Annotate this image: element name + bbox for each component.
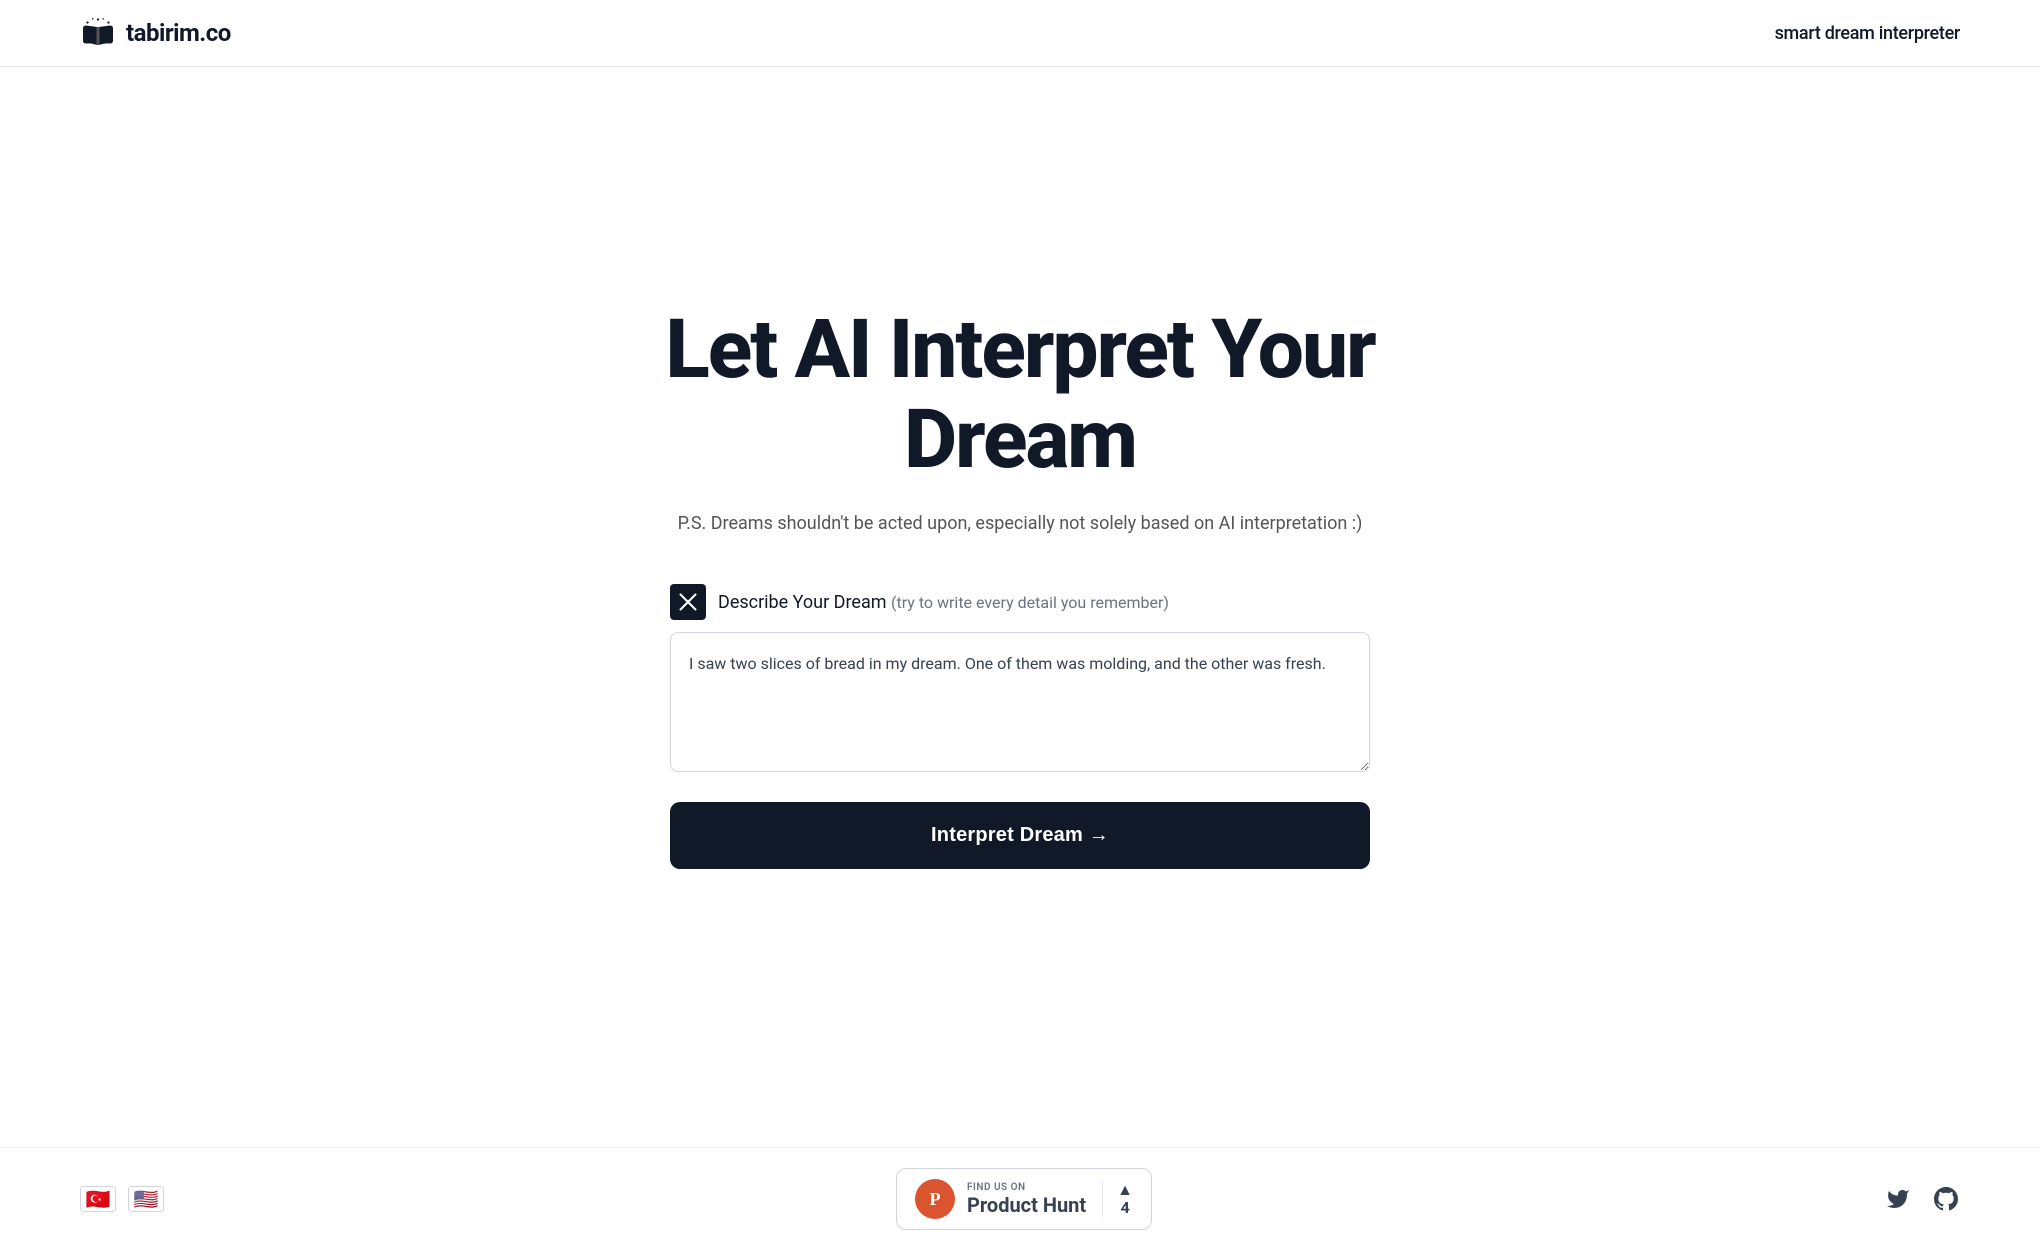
dream-textarea[interactable]	[670, 632, 1370, 772]
footer-social	[1884, 1185, 1960, 1213]
product-hunt-badge[interactable]: P FIND US ON Product Hunt ▲ 4	[896, 1168, 1152, 1230]
flag-english[interactable]: 🇺🇸	[128, 1186, 164, 1212]
dream-label: Describe Your Dream (try to write every …	[718, 592, 1169, 613]
header: tabirim.co smart dream interpreter	[0, 0, 2040, 67]
product-hunt-name: Product Hunt	[967, 1193, 1086, 1217]
product-hunt-logo: P	[915, 1179, 955, 1219]
logo-text: tabirim.co	[126, 19, 231, 47]
vote-count: 4	[1120, 1198, 1129, 1217]
hero-subtitle: P.S. Dreams shouldn't be acted upon, esp…	[678, 513, 1363, 534]
moon-arrow-icon	[678, 592, 698, 612]
footer-flags: 🇹🇷 🇺🇸	[80, 1186, 164, 1212]
hero-title: Let AI Interpret Your Dream	[570, 305, 1470, 485]
github-icon	[1934, 1187, 1958, 1211]
dream-icon	[670, 584, 706, 620]
book-icon	[80, 18, 116, 48]
interpret-button[interactable]: Interpret Dream →	[670, 802, 1370, 869]
github-link[interactable]	[1932, 1185, 1960, 1213]
product-hunt-text: FIND US ON Product Hunt	[967, 1182, 1086, 1217]
logo-area: tabirim.co	[80, 18, 231, 48]
product-hunt-vote: ▲ 4	[1102, 1182, 1133, 1217]
label-row: Describe Your Dream (try to write every …	[670, 584, 1370, 620]
twitter-icon	[1886, 1187, 1910, 1211]
dream-form: Describe Your Dream (try to write every …	[670, 584, 1370, 869]
tagline: smart dream interpreter	[1775, 23, 1960, 44]
main-content: Let AI Interpret Your Dream P.S. Dreams …	[0, 67, 2040, 1147]
upvote-arrow: ▲	[1117, 1182, 1133, 1198]
footer: 🇹🇷 🇺🇸 P FIND US ON Product Hunt ▲ 4	[0, 1147, 2040, 1250]
flag-turkish[interactable]: 🇹🇷	[80, 1186, 116, 1212]
product-hunt-find-us: FIND US ON	[967, 1182, 1086, 1193]
twitter-link[interactable]	[1884, 1185, 1912, 1213]
